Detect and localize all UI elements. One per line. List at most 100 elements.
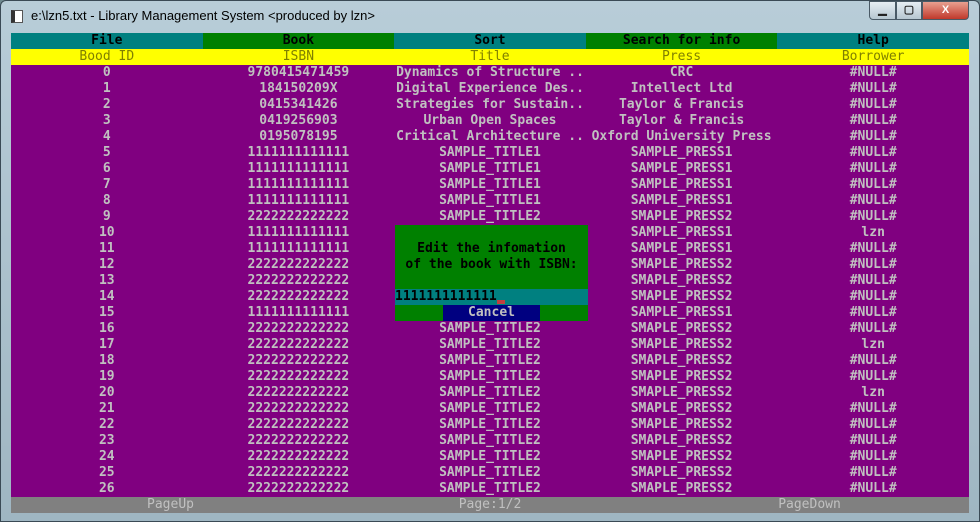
cell-title: Digital Experience Des.. (396, 81, 584, 96)
cell-borrower: #NULL# (849, 113, 897, 128)
cell-press: SMAPLE_PRESS2 (630, 369, 733, 384)
cell-press: CRC (669, 65, 694, 80)
cell-book-id: 19 (98, 369, 115, 384)
cell-isbn: 1111111111111 (247, 177, 350, 192)
cell-borrower: lzn (861, 385, 885, 400)
cell-press: SMAPLE_PRESS2 (630, 417, 733, 432)
cell-isbn: 2222222222222 (247, 401, 350, 416)
cell-press: SMAPLE_PRESS2 (630, 289, 733, 304)
cell-isbn: 1111111111111 (247, 145, 350, 160)
cell-borrower: #NULL# (849, 81, 897, 96)
table-row[interactable]: 0 9780415471459 Dynamics of Structure .. CR… (11, 65, 969, 81)
cell-isbn: 0419256903 (259, 113, 338, 128)
cell-isbn: 2222222222222 (247, 433, 350, 448)
cell-borrower: #NULL# (849, 321, 897, 336)
menu-file[interactable]: File (11, 33, 203, 49)
table-header: Bood ID ISBN Title Press Borrower (11, 49, 969, 65)
cell-isbn: 2222222222222 (247, 289, 350, 304)
cell-press: SAMPLE_PRESS1 (630, 241, 733, 256)
cell-press: SMAPLE_PRESS2 (630, 481, 733, 496)
cell-borrower: #NULL# (849, 209, 897, 224)
maximize-button[interactable]: ▢ (896, 1, 922, 20)
menu-help[interactable]: Help (777, 33, 969, 49)
menu-search[interactable]: Search for info (585, 33, 778, 49)
table-row[interactable]: 3 0419256903 Urban Open Spaces Taylor & Fra… (11, 113, 969, 129)
text-cursor (496, 300, 505, 304)
cell-title: SAMPLE_TITLE2 (439, 385, 541, 400)
cell-press: SMAPLE_PRESS2 (630, 449, 733, 464)
cell-borrower: #NULL# (849, 97, 897, 112)
table-row[interactable]: 18 2222222222222 SAMPLE_TITLE2 SMAPLE_PRESS… (11, 353, 969, 369)
cell-isbn: 2222222222222 (247, 369, 350, 384)
table-row[interactable]: 4 0195078195 Critical Architecture .. Oxfor… (11, 129, 969, 145)
cell-isbn: 2222222222222 (247, 385, 350, 400)
cell-borrower: #NULL# (849, 401, 897, 416)
app-icon (11, 10, 23, 23)
cell-book-id: 22 (98, 417, 115, 432)
cell-borrower: #NULL# (849, 145, 897, 160)
cell-borrower: #NULL# (849, 177, 897, 192)
cell-isbn: 1111111111111 (247, 193, 350, 208)
cell-title: Dynamics of Structure .. (396, 65, 584, 80)
table-row[interactable]: 5 1111111111111 SAMPLE_TITLE1 SAMPLE_PRESS1… (11, 145, 969, 161)
cell-isbn: 2222222222222 (247, 257, 350, 272)
cell-title: SAMPLE_TITLE2 (439, 369, 541, 384)
menu-sort[interactable]: Sort (394, 33, 586, 49)
table-row[interactable]: 20 2222222222222 SAMPLE_TITLE2 SMAPLE_PRESS… (11, 385, 969, 401)
cell-book-id: 23 (98, 433, 115, 448)
cell-press: Intellect Ltd (630, 81, 733, 96)
table-row[interactable]: 6 1111111111111 SAMPLE_TITLE1 SAMPLE_PRESS1… (11, 161, 969, 177)
cell-title: SAMPLE_TITLE2 (439, 449, 541, 464)
cell-book-id: 17 (98, 337, 115, 352)
cell-isbn: 9780415471459 (247, 65, 350, 80)
table-row[interactable]: 26 2222222222222 SAMPLE_TITLE2 SMAPLE_PRESS… (11, 481, 969, 497)
isbn-input-value: 1111111111111 (395, 289, 497, 304)
cell-borrower: #NULL# (849, 161, 897, 176)
table-row[interactable]: 7 1111111111111 SAMPLE_TITLE1 SAMPLE_PRESS1… (11, 177, 969, 193)
cell-press: SMAPLE_PRESS2 (630, 465, 733, 480)
close-button[interactable]: X (922, 1, 969, 20)
dialog-message-line1: Edit the infomation (417, 241, 566, 256)
cell-borrower: #NULL# (849, 305, 897, 320)
cell-title: SAMPLE_TITLE2 (439, 433, 541, 448)
cell-book-id: 8 (102, 193, 111, 208)
cell-borrower: lzn (861, 225, 885, 240)
cell-book-id: 3 (102, 113, 111, 128)
table-row[interactable]: 1 184150209X Digital Experience Des.. Intel… (11, 81, 969, 97)
cell-press: SAMPLE_PRESS1 (630, 193, 733, 208)
page-indicator: Page:1/2 (458, 497, 522, 512)
table-row[interactable]: 25 2222222222222 SAMPLE_TITLE2 SMAPLE_PRESS… (11, 465, 969, 481)
cell-book-id: 4 (102, 129, 111, 144)
isbn-input[interactable]: 1111111111111 (395, 289, 588, 305)
column-header-id: Bood ID (79, 49, 135, 64)
table-row[interactable]: 24 2222222222222 SAMPLE_TITLE2 SMAPLE_PRESS… (11, 449, 969, 465)
cell-book-id: 12 (98, 257, 115, 272)
cell-press: SAMPLE_PRESS1 (630, 305, 733, 320)
cell-isbn: 2222222222222 (247, 353, 350, 368)
table-row[interactable]: 9 2222222222222 SAMPLE_TITLE2 SMAPLE_PRESS2… (11, 209, 969, 225)
minimize-button[interactable]: ▁ (869, 1, 896, 20)
table-row[interactable]: 19 2222222222222 SAMPLE_TITLE2 SMAPLE_PRESS… (11, 369, 969, 385)
table-row[interactable]: 21 2222222222222 SAMPLE_TITLE2 SMAPLE_PRESS… (11, 401, 969, 417)
table-row[interactable]: 8 1111111111111 SAMPLE_TITLE1 SAMPLE_PRESS1… (11, 193, 969, 209)
cell-press: Taylor & Francis (618, 113, 745, 128)
pager: PageUp Page:1/2 PageDown (11, 497, 969, 513)
cell-borrower: #NULL# (849, 449, 897, 464)
cell-press: SMAPLE_PRESS2 (630, 385, 733, 400)
cancel-button[interactable]: Cancel (443, 305, 540, 321)
title-bar[interactable]: e:\lzn5.txt - Library Management System … (1, 1, 979, 31)
page-down-button[interactable]: PageDown (650, 497, 969, 513)
table-row[interactable]: 22 2222222222222 SAMPLE_TITLE2 SMAPLE_PRESS… (11, 417, 969, 433)
menu-book[interactable]: Book (202, 33, 395, 49)
table-row[interactable]: 2 0415341426 Strategies for Sustain.. Taylo… (11, 97, 969, 113)
table-row[interactable]: 17 2222222222222 SAMPLE_TITLE2 SMAPLE_PRESS… (11, 337, 969, 353)
cell-title: SAMPLE_TITLE2 (439, 337, 541, 352)
cell-press: SAMPLE_PRESS1 (630, 225, 733, 240)
cell-press: SMAPLE_PRESS2 (630, 209, 733, 224)
cell-isbn: 1111111111111 (247, 225, 350, 240)
table-row[interactable]: 16 2222222222222 SAMPLE_TITLE2 SMAPLE_PRESS… (11, 321, 969, 337)
menu-bar: File Book Sort Search for info Help (11, 33, 969, 49)
table-row[interactable]: 23 2222222222222 SAMPLE_TITLE2 SMAPLE_PRESS… (11, 433, 969, 449)
cell-borrower: #NULL# (849, 417, 897, 432)
page-up-button[interactable]: PageUp (11, 497, 330, 513)
